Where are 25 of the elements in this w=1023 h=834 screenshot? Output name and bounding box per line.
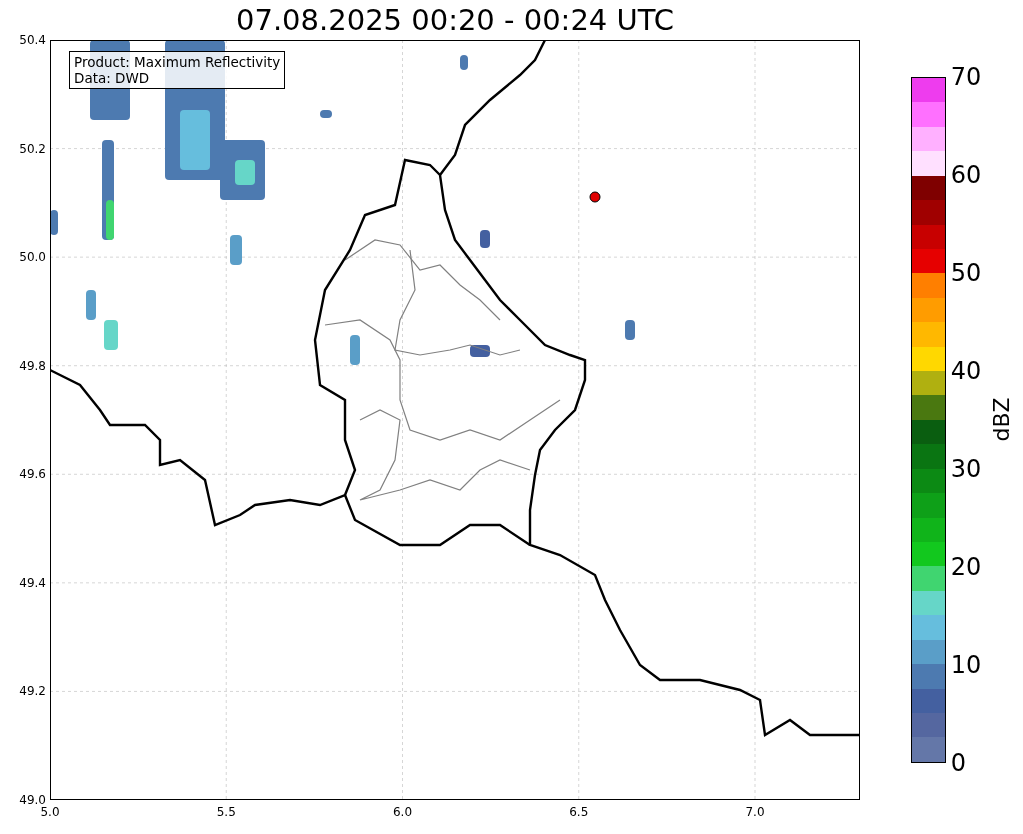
colorbar-tick-label: 60	[950, 161, 982, 189]
y-tick-label: 49.0	[19, 793, 46, 807]
y-tick-label: 49.6	[19, 467, 46, 482]
x-tick-label: 7.0	[745, 805, 765, 819]
y-tick-label: 49.2	[19, 684, 46, 699]
y-tick-label: 50.4	[19, 33, 46, 47]
y-tick-label: 49.4	[19, 575, 46, 590]
x-tick-label: 6.0	[392, 805, 413, 819]
colorbar-tick-label: 0	[950, 749, 966, 777]
legend-text: Product: Maximum Reflectivity	[74, 54, 281, 70]
legend-text: Data: DWD	[74, 70, 151, 86]
colorbar-tick-label: 50	[950, 259, 982, 287]
colorbar-tick-label: 10	[950, 651, 982, 679]
y-tick-label: 49.8	[19, 358, 46, 373]
colorbar-tick-label: 40	[950, 357, 982, 385]
y-tick-label: 50.0	[19, 250, 46, 265]
colorbar-tick-label: 20	[950, 553, 982, 581]
colorbar-tick-label: 30	[950, 455, 982, 483]
colorbar-label: dBZ	[988, 397, 1014, 442]
x-tick-label: 6.5	[569, 805, 589, 819]
colorbar-tick-label: 70	[950, 63, 982, 91]
y-tick-label: 50.2	[19, 141, 46, 156]
x-tick-label: 5.0	[40, 805, 60, 819]
chart-title: 07.08.2025 00:20 - 00:24 UTC	[235, 2, 675, 39]
x-tick-label: 5.5	[216, 805, 236, 819]
